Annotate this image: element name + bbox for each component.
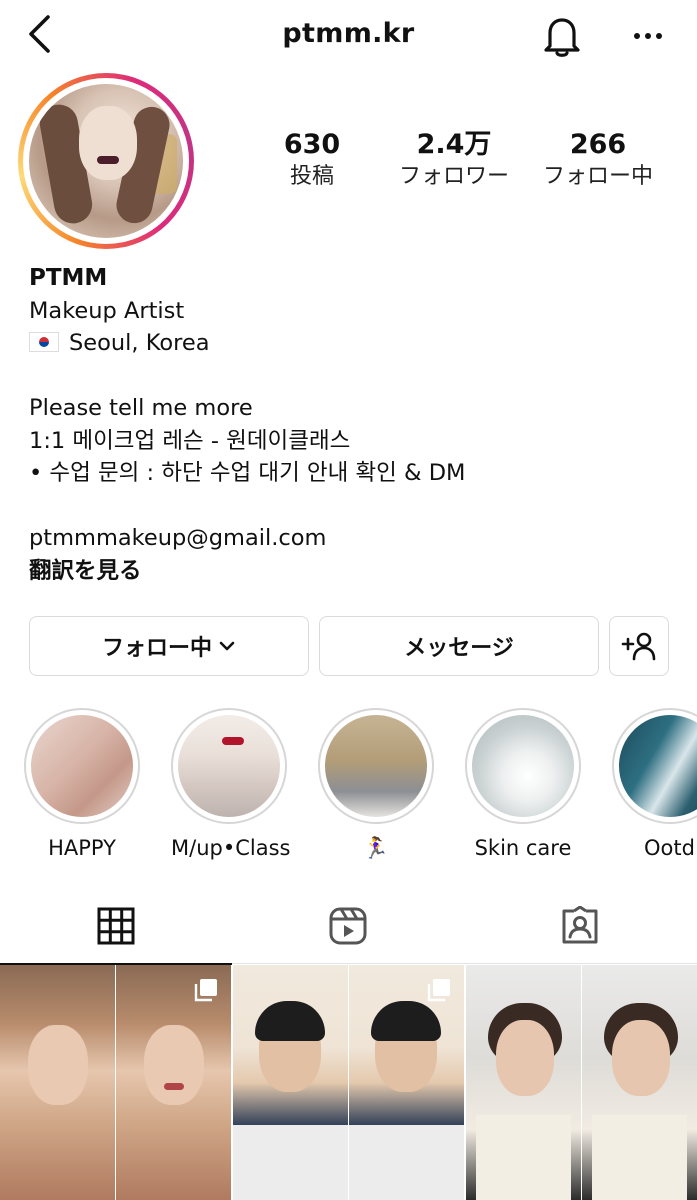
post-thumbnail[interactable] bbox=[0, 965, 231, 1200]
profile-location: Seoul, Korea bbox=[29, 327, 679, 360]
tab-tagged[interactable] bbox=[464, 888, 696, 964]
followers-count-stat[interactable]: 2.4万 フォロワー bbox=[386, 128, 522, 192]
avatar bbox=[29, 84, 183, 238]
bio-line: • 수업 문의 : 하단 수업 대기 안내 확인 & DM bbox=[29, 460, 466, 486]
highlight-label: Ootd bbox=[644, 836, 695, 860]
grid-icon bbox=[97, 907, 135, 944]
korea-flag-icon bbox=[29, 332, 59, 352]
posts-count: 630 bbox=[283, 129, 341, 160]
profile-category: Makeup Artist bbox=[29, 297, 185, 324]
highlight-skin-care[interactable]: Skin care bbox=[465, 708, 581, 860]
email-link[interactable]: ptmmmakeup@gmail.com bbox=[29, 522, 679, 555]
chevron-down-icon bbox=[219, 641, 235, 651]
highlight-cover bbox=[31, 715, 133, 817]
highlight-happy[interactable]: HAPPY bbox=[24, 708, 140, 860]
notifications-button[interactable] bbox=[538, 12, 586, 60]
post-thumbnail[interactable] bbox=[466, 965, 697, 1200]
bell-icon bbox=[544, 18, 580, 57]
tab-grid[interactable] bbox=[0, 888, 232, 965]
highlight-label: Skin care bbox=[474, 836, 572, 860]
more-options-button[interactable] bbox=[626, 14, 670, 58]
add-user-icon bbox=[621, 632, 656, 661]
tagged-icon bbox=[562, 906, 598, 944]
profile-avatar-story-ring[interactable] bbox=[18, 73, 194, 249]
following-button[interactable]: フォロー中 bbox=[29, 616, 309, 676]
profile-tabs bbox=[0, 888, 697, 965]
highlight-label: M/up•Class bbox=[171, 836, 291, 860]
location-text: Seoul, Korea bbox=[69, 330, 210, 356]
message-button-label: メッセージ bbox=[404, 636, 514, 661]
highlight-ootd[interactable]: Ootd bbox=[612, 708, 697, 860]
highlight-label: HAPPY bbox=[48, 836, 116, 860]
reels-icon bbox=[329, 907, 367, 945]
suggest-users-button[interactable] bbox=[609, 616, 669, 676]
multiple-posts-icon bbox=[427, 979, 450, 1002]
highlight-cover bbox=[472, 715, 574, 817]
following-count-stat[interactable]: 266 フォロー中 bbox=[534, 128, 662, 192]
highlight-label: 🏃‍♀️ bbox=[362, 836, 390, 860]
multiple-posts-icon bbox=[194, 979, 217, 1002]
highlight-cover bbox=[619, 715, 697, 817]
profile-bio: PTMM Makeup Artist Seoul, Korea Please t… bbox=[29, 262, 679, 587]
post-thumbnail[interactable] bbox=[233, 965, 464, 1200]
profile-name: PTMM bbox=[29, 265, 108, 291]
highlight-cover bbox=[325, 715, 427, 817]
message-button[interactable]: メッセージ bbox=[319, 616, 599, 676]
highlight-cover bbox=[178, 715, 280, 817]
followers-label: フォロワー bbox=[398, 164, 509, 189]
posts-count-stat[interactable]: 630 投稿 bbox=[262, 128, 362, 192]
highlight-mup-class[interactable]: M/up•Class bbox=[171, 708, 291, 860]
more-horizontal-icon bbox=[634, 33, 662, 39]
followers-count: 2.4万 bbox=[416, 129, 492, 160]
bio-line: 1:1 메이크업 레슨 - 원데이클래스 bbox=[29, 427, 351, 454]
bio-line: Please tell me more bbox=[29, 395, 253, 421]
posts-label: 投稿 bbox=[289, 164, 334, 189]
following-button-label: フォロー中 bbox=[101, 636, 212, 661]
following-count: 266 bbox=[569, 129, 627, 160]
following-label: フォロー中 bbox=[542, 164, 653, 189]
header-bar: ptmm.kr bbox=[0, 0, 697, 72]
tab-reels[interactable] bbox=[232, 888, 464, 964]
translate-link[interactable]: 翻訳を見る bbox=[29, 555, 679, 588]
username-title: ptmm.kr bbox=[282, 18, 415, 49]
highlight-running[interactable]: 🏃‍♀️ bbox=[318, 708, 434, 861]
